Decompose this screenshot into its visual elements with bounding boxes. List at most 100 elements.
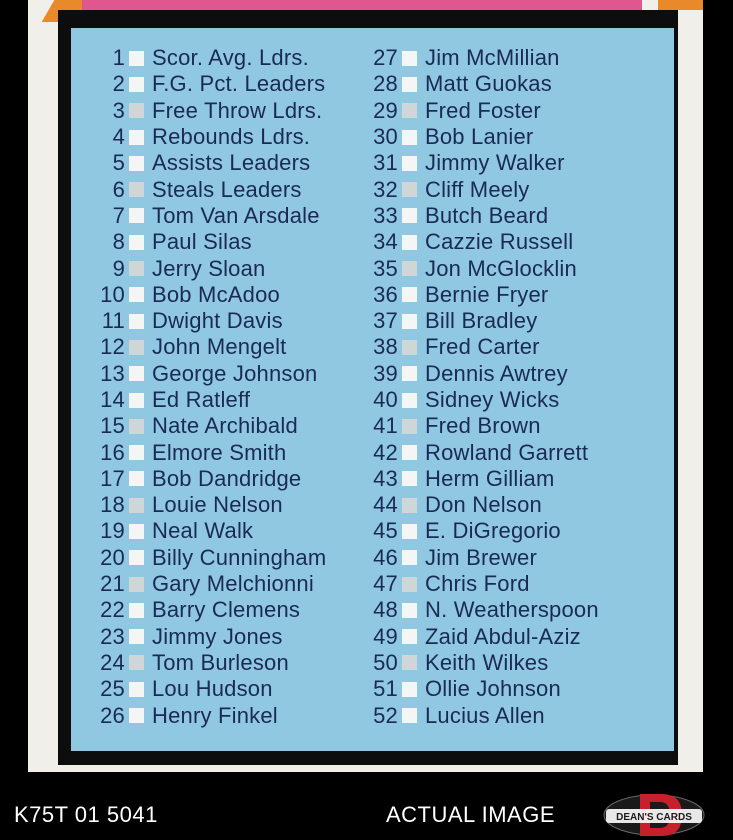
player-name: Barry Clemens xyxy=(152,597,301,623)
player-name: Don Nelson xyxy=(425,492,542,518)
player-name: Fred Brown xyxy=(425,413,541,439)
checklist-row: 4 Rebounds Ldrs. xyxy=(95,124,326,150)
checklist-row: 46 Jim Brewer xyxy=(360,545,599,571)
checkbox-square xyxy=(402,602,417,618)
checkbox-square xyxy=(402,313,417,329)
checklist-row: 45 E. DiGregorio xyxy=(360,518,599,544)
checklist-row: 47 Chris Ford xyxy=(360,571,599,597)
checklist-row: 38 Fred Carter xyxy=(360,334,599,360)
card-number: 12 xyxy=(100,334,125,360)
checkbox-square xyxy=(129,392,144,408)
player-name: Assists Leaders xyxy=(152,150,311,176)
player-name: Jim McMillian xyxy=(425,45,560,71)
card-number: 15 xyxy=(100,413,125,439)
checkbox-square xyxy=(129,339,144,355)
checkbox-square xyxy=(402,550,417,566)
checklist-row: 21 Gary Melchionni xyxy=(95,571,326,597)
checklist-row: 14 Ed Ratleff xyxy=(95,387,326,413)
card-number: 21 xyxy=(100,571,125,597)
card-number: 29 xyxy=(373,97,398,123)
checklist-row: 7 Tom Van Arsdale xyxy=(95,203,326,229)
checklist-row: 18 Louie Nelson xyxy=(95,492,326,518)
card-number: 44 xyxy=(373,492,398,518)
player-name: N. Weatherspoon xyxy=(425,597,599,623)
player-name: Steals Leaders xyxy=(152,176,302,202)
checkbox-square xyxy=(402,129,417,145)
card-number: 5 xyxy=(112,150,125,176)
checklist-row: 1 Scor. Avg. Ldrs. xyxy=(95,45,326,71)
card-number: 1 xyxy=(112,45,125,71)
player-name: Jimmy Jones xyxy=(152,623,283,649)
checklist-row: 12 John Mengelt xyxy=(95,334,326,360)
checkbox-square xyxy=(402,182,417,198)
checklist-row: 48 N. Weatherspoon xyxy=(360,597,599,623)
player-name: Lucius Allen xyxy=(425,702,545,728)
checkbox-square xyxy=(402,418,417,434)
checkbox-square xyxy=(402,576,417,592)
checkbox-square xyxy=(129,287,144,303)
deans-cards-logo: DEAN'S CARDS xyxy=(603,794,705,836)
checkbox-square xyxy=(402,629,417,645)
checkbox-square xyxy=(129,261,144,277)
checkbox-square xyxy=(402,103,417,119)
card-number: 24 xyxy=(100,649,125,675)
card-number: 17 xyxy=(100,465,125,491)
checkbox-square xyxy=(402,681,417,697)
player-name: Herm Gilliam xyxy=(425,465,555,491)
checklist-row: 13 George Johnson xyxy=(95,361,326,387)
checkbox-square xyxy=(129,708,144,724)
checkbox-square xyxy=(129,655,144,671)
checkbox-square xyxy=(402,708,417,724)
card-number: 28 xyxy=(373,71,398,97)
checkbox-square xyxy=(402,445,417,461)
checkbox-square xyxy=(129,445,144,461)
card-number: 45 xyxy=(373,518,398,544)
player-name: Ed Ratleff xyxy=(152,387,251,412)
player-name: Bob Dandridge xyxy=(152,465,302,491)
checkbox-square xyxy=(129,550,144,566)
checkbox-square xyxy=(402,655,417,671)
player-name: Nate Archibald xyxy=(152,413,298,439)
card-number: 34 xyxy=(373,229,398,255)
card-number: 39 xyxy=(373,360,398,386)
checkbox-square xyxy=(402,261,417,277)
card-number: 6 xyxy=(112,176,125,202)
checklist-column-right: 27 Jim McMillian 28 Matt Guokas 29 Fred Foste… xyxy=(360,45,599,729)
checklist-row: 50 Keith Wilkes xyxy=(360,650,599,676)
checkbox-square xyxy=(129,50,144,66)
card-number: 30 xyxy=(373,124,398,150)
checklist-row: 22 Barry Clemens xyxy=(95,597,326,623)
checkbox-square xyxy=(129,129,144,145)
card-number: 26 xyxy=(100,702,125,728)
card-number: 14 xyxy=(100,387,125,412)
checklist-row: 43 Herm Gilliam xyxy=(360,466,599,492)
card-number: 7 xyxy=(112,202,125,228)
player-name: E. DiGregorio xyxy=(425,518,561,544)
checklist-row: 33 Butch Beard xyxy=(360,203,599,229)
checklist-row: 10 Bob McAdoo xyxy=(95,282,326,308)
checklist-row: 11 Dwight Davis xyxy=(95,308,326,334)
checkbox-square xyxy=(129,103,144,119)
player-name: George Johnson xyxy=(152,360,318,386)
checkbox-square xyxy=(402,392,417,408)
checkbox-square xyxy=(402,471,417,487)
card-number: 3 xyxy=(112,97,125,123)
checkbox-square xyxy=(402,287,417,303)
player-name: Fred Foster xyxy=(425,97,541,123)
card-number: 19 xyxy=(100,518,125,544)
orange-stripe-right xyxy=(658,0,703,10)
checklist-row: 15 Nate Archibald xyxy=(95,413,326,439)
checklist-row: 31 Jimmy Walker xyxy=(360,150,599,176)
checkbox-square xyxy=(129,366,144,382)
checklist-row: 52 Lucius Allen xyxy=(360,702,599,728)
card-number: 36 xyxy=(373,281,398,307)
checkbox-square xyxy=(402,366,417,382)
card-number: 4 xyxy=(112,124,125,150)
checkbox-square xyxy=(129,629,144,645)
player-name: Free Throw Ldrs. xyxy=(152,97,323,123)
checkbox-square xyxy=(129,471,144,487)
checklist-row: 9 Jerry Sloan xyxy=(95,255,326,281)
card-number: 50 xyxy=(373,649,398,675)
player-name: Bob Lanier xyxy=(425,124,534,150)
checklist-row: 37 Bill Bradley xyxy=(360,308,599,334)
